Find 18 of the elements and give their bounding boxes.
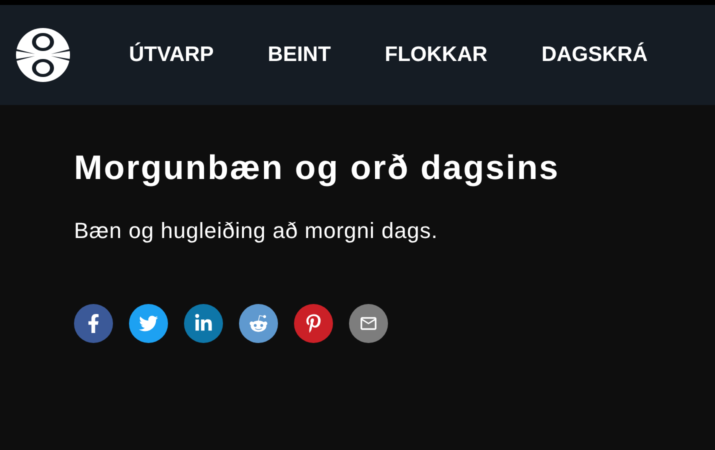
pinterest-icon	[304, 314, 323, 333]
alien-icon	[249, 314, 268, 333]
share-button[interactable]	[129, 304, 168, 343]
bird-icon	[139, 314, 158, 333]
share-button[interactable]	[239, 304, 278, 343]
description-text: Bæn og hugleiðing að morgni dags.	[74, 217, 439, 245]
nav-link[interactable]: BEINT	[268, 39, 331, 71]
share-button[interactable]	[74, 304, 113, 343]
nav-link[interactable]: FLOKKAR	[384, 39, 488, 71]
page-title: Morgunbæn og orð dagsins	[74, 148, 561, 189]
nav-link[interactable]: ÚTVARP	[129, 39, 214, 71]
share-button[interactable]	[184, 304, 223, 343]
logo-icon[interactable]	[15, 27, 71, 83]
nav-link[interactable]: DAGSKRÁ	[541, 39, 648, 71]
mail-icon	[359, 314, 378, 333]
share-button[interactable]	[349, 304, 388, 343]
linkedin-icon	[194, 314, 213, 333]
share-button[interactable]	[294, 304, 333, 343]
